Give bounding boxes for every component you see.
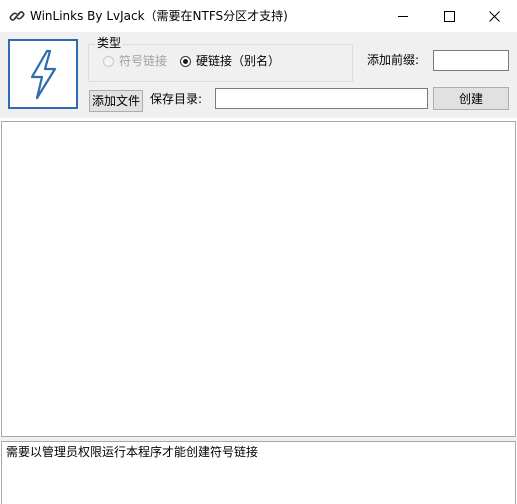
radio-circle bbox=[180, 55, 191, 67]
link-type-label: 类型 bbox=[95, 36, 124, 50]
symlink-label: 符号链接 bbox=[119, 54, 168, 68]
close-icon bbox=[488, 10, 500, 22]
maximize-button[interactable] bbox=[426, 0, 472, 32]
radio-circle bbox=[103, 55, 114, 67]
maximize-icon bbox=[443, 10, 455, 22]
symlink-radio[interactable]: 符号链接 bbox=[103, 54, 167, 68]
create-button[interactable]: 创建 bbox=[433, 87, 509, 110]
minimize-icon bbox=[397, 11, 409, 22]
prefix-input[interactable] bbox=[433, 50, 509, 71]
hardlink-radio[interactable]: 硬链接（别名） bbox=[180, 54, 280, 68]
prefix-label: 添加前缀: bbox=[367, 53, 420, 67]
add-file-button[interactable]: 添加文件 bbox=[89, 90, 143, 112]
link-icon bbox=[9, 8, 25, 24]
window-title: WinLinks By LvJack（需要在NTFS分区才支持) bbox=[30, 9, 288, 23]
minimize-button[interactable] bbox=[380, 0, 426, 32]
logo bbox=[8, 39, 78, 109]
log-message: 需要以管理员权限运行本程序才能创建符号链接 bbox=[6, 445, 259, 459]
options-panel: 类型 符号链接 硬链接（别名） 添加前缀: 添加文件 保存目录: 创建 bbox=[0, 32, 517, 118]
close-button[interactable] bbox=[471, 0, 517, 32]
save-dir-input[interactable] bbox=[215, 88, 428, 109]
hardlink-label: 硬链接（别名） bbox=[196, 54, 281, 68]
title-bar[interactable]: WinLinks By LvJack（需要在NTFS分区才支持) bbox=[0, 0, 517, 32]
log-area[interactable]: 需要以管理员权限运行本程序才能创建符号链接 bbox=[1, 441, 516, 504]
save-dir-label: 保存目录: bbox=[150, 92, 203, 106]
file-list[interactable] bbox=[1, 121, 516, 437]
